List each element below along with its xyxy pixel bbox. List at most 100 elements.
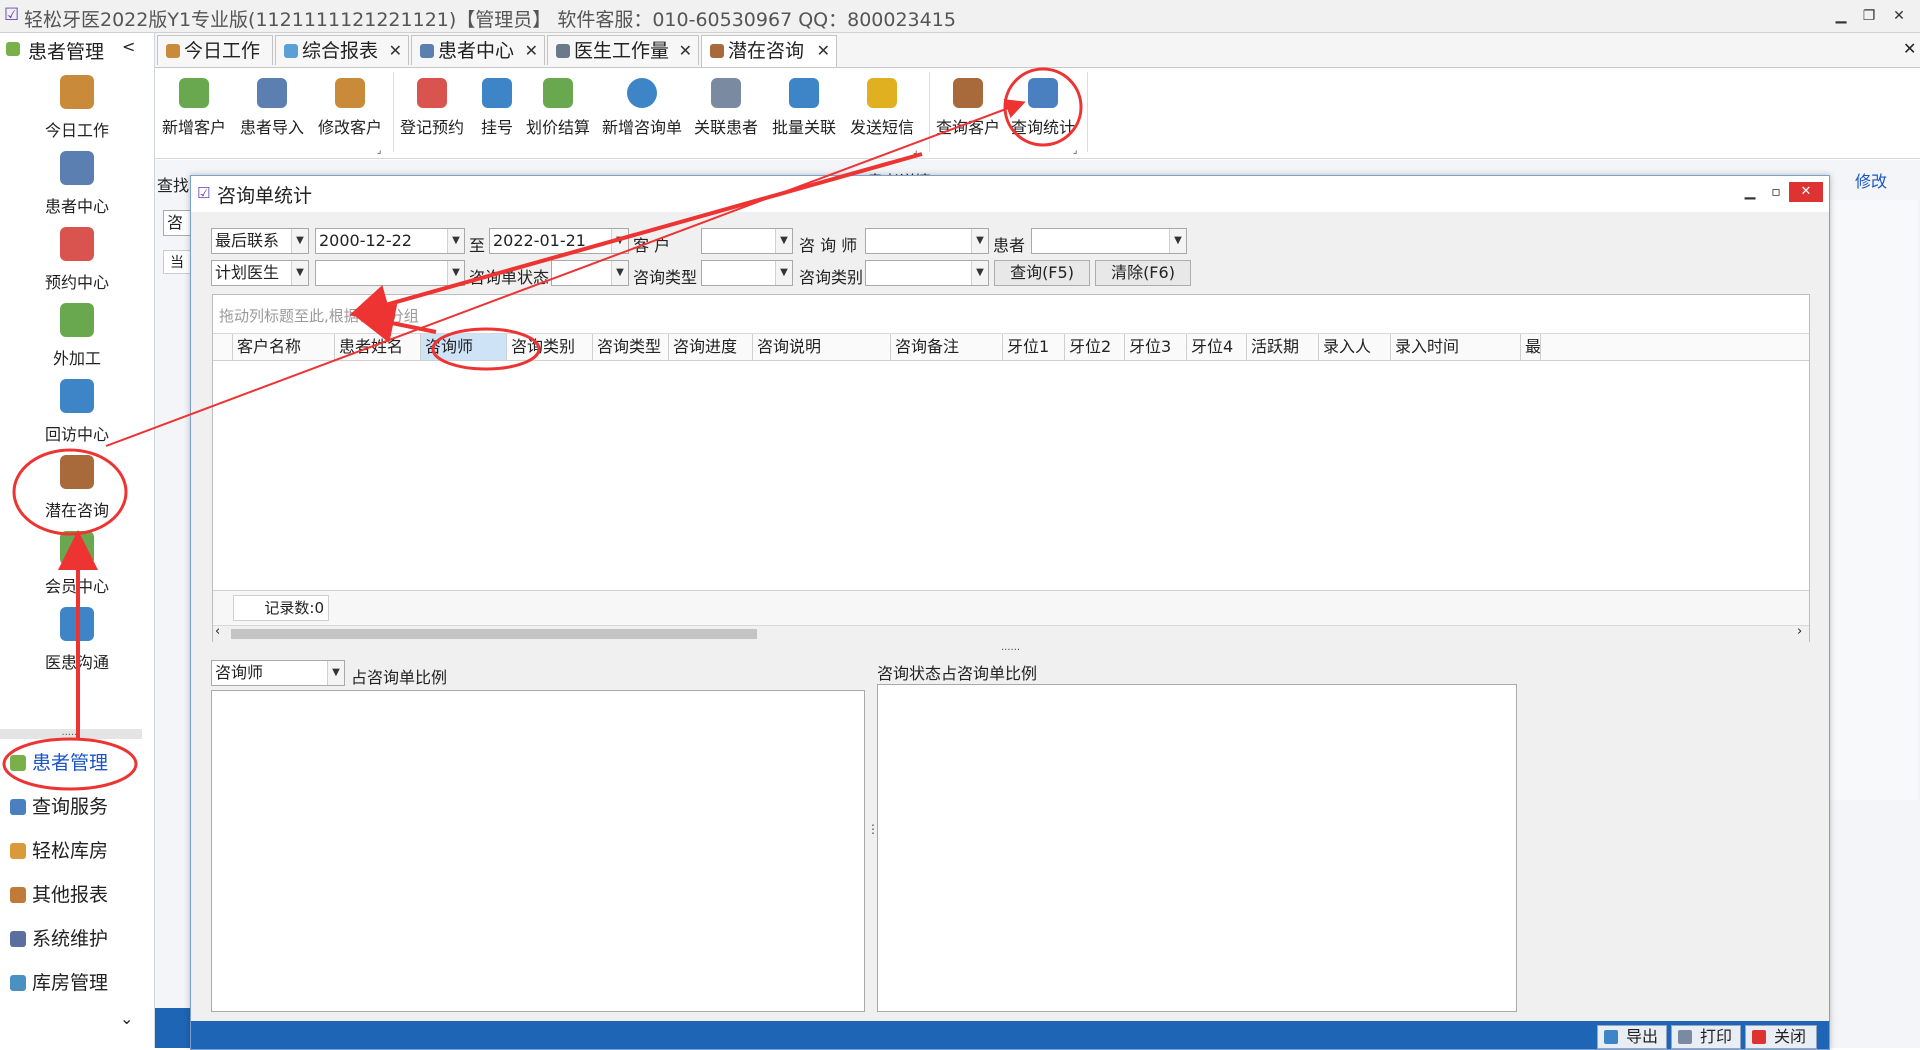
query-customer-button[interactable]: 查询客户 [935,74,1001,148]
query-button[interactable]: 查询(F5) [994,260,1090,286]
bg-search-input[interactable]: 咨 [163,210,193,236]
dialog-close-button[interactable]: ✕ [1789,182,1823,202]
consultation-category-select[interactable]: ▼ [865,260,989,286]
edit-link[interactable]: 修改 [1855,168,1887,192]
more-nav-button[interactable]: ⌄ [120,1009,133,1028]
new-customer-button[interactable]: 新增客户 [161,74,227,148]
plan-doctor-select-type[interactable]: 计划医生 ▼ [211,260,309,286]
chevron-down-icon: ▼ [775,229,792,253]
ribbon-label: 关联患者 [693,118,758,137]
registration-button[interactable]: 挂号 [477,74,517,148]
dialog-minimize-button[interactable]: ▁ [1737,180,1763,204]
column-header[interactable]: 客户名称 [233,334,335,360]
column-header[interactable]: 活跃期 [1247,334,1319,360]
bottom-nav-patient-management[interactable]: 患者管理 [0,743,154,783]
print-button[interactable]: 打印 [1671,1025,1741,1049]
button-label: 导出 [1626,1027,1659,1046]
nav-splitter[interactable]: ...... [0,728,142,739]
consultation-type-select[interactable]: ▼ [701,260,793,286]
export-icon [1604,1030,1618,1044]
customer-select[interactable]: ▼ [701,228,793,254]
clear-button[interactable]: 清除(F6) [1095,260,1191,286]
restore-button[interactable]: ❐ [1856,4,1882,28]
column-header[interactable]: 咨询说明 [753,334,891,360]
column-header[interactable]: 牙位3 [1125,334,1187,360]
column-header[interactable]: 咨询进度 [669,334,753,360]
scroll-left-icon[interactable]: ‹ [215,624,220,639]
bottom-nav-easy-warehouse[interactable]: 轻松库房 [0,831,154,871]
link-patient-button[interactable]: 关联患者 [693,74,759,148]
horizontal-scrollbar[interactable]: ‹ › [213,624,1809,642]
nav-item-today-work[interactable]: 今日工作 [0,69,154,143]
dialog-maximize-button[interactable]: ▫ [1763,180,1789,204]
status-select[interactable]: ▼ [551,260,629,286]
scroll-thumb[interactable] [231,629,757,639]
close-window-button[interactable]: ✕ [1886,4,1912,28]
tab-potential-consultation[interactable]: 潜在咨询 ✕ [701,35,837,67]
customer-label: 客 户 [633,236,671,255]
register-appointment-button[interactable]: 登记预约 [399,74,465,148]
bottom-nav-other-reports[interactable]: 其他报表 [0,875,154,915]
consultant-select[interactable]: ▼ [865,228,989,254]
close-all-tabs-button[interactable]: ✕ [1903,39,1916,58]
column-header[interactable]: 患者姓名 [335,334,421,360]
nav-item-doctor-patient-communication[interactable]: 医患沟通 [0,601,154,675]
collapse-nav-button[interactable]: < [122,37,135,56]
pricing-settlement-button[interactable]: 划价结算 [525,74,591,148]
group-launcher-icon[interactable]: ⌟ [1073,146,1077,156]
column-header[interactable]: 牙位2 [1065,334,1125,360]
export-button[interactable]: 导出 [1597,1025,1667,1049]
grid-body[interactable] [213,361,1809,589]
column-header[interactable]: 咨询备注 [891,334,1003,360]
nav-item-outsourcing[interactable]: 外加工 [0,297,154,371]
nav-item-patient-center[interactable]: 患者中心 [0,145,154,219]
tab-doctor-workload[interactable]: 医生工作量 ✕ [547,35,699,65]
close-tab-icon[interactable]: ✕ [679,36,692,66]
group-by-panel[interactable]: 拖动列标题至此,根据该列分组 [213,295,1809,334]
tab-comprehensive-report[interactable]: 综合报表 ✕ [275,35,409,65]
patient-select[interactable]: ▼ [1031,228,1187,254]
nav-item-follow-up-center[interactable]: 回访中心 [0,373,154,447]
column-header[interactable]: 录入人 [1319,334,1391,360]
nav-item-potential-consultation[interactable]: 潜在咨询 [0,449,154,523]
edit-customer-button[interactable]: 修改客户 [317,74,383,148]
column-header[interactable]: 最 [1521,334,1541,360]
chart-dimension-select[interactable]: 咨询师 ▼ [211,660,345,686]
bottom-nav-warehouse-management[interactable]: 库房管理 [0,963,154,1003]
ribbon-label: 查询统计 [1010,118,1075,137]
minimize-button[interactable]: ▁ [1828,4,1854,28]
bottom-nav-system-maintenance[interactable]: 系统维护 [0,919,154,959]
group-launcher-icon[interactable]: ⌟ [913,146,917,156]
close-tab-icon[interactable]: ✕ [817,36,830,66]
nav-item-appointment-center[interactable]: 预约中心 [0,221,154,295]
date-to-picker[interactable]: 2022-01-21 ▼ [489,228,629,254]
import-patients-button[interactable]: 患者导入 [239,74,305,148]
column-header-consultant[interactable]: 咨询师 [421,334,507,360]
scroll-right-icon[interactable]: › [1797,624,1802,639]
plan-doctor-select[interactable]: ▼ [315,260,465,286]
group-launcher-icon[interactable]: ⌟ [377,146,381,156]
bottom-nav-query-service[interactable]: 查询服务 [0,787,154,827]
new-consultation-button[interactable]: 新增咨询单 [601,74,683,148]
nav-item-member-center[interactable]: 会员中心 [0,525,154,599]
tab-today-work[interactable]: 今日工作 [157,35,273,65]
panel-splitter[interactable]: ...... [1001,642,1020,653]
ribbon-label: 登记预约 [399,118,464,137]
query-statistics-button[interactable]: 查询统计 [1010,74,1076,148]
consultant-icon [710,44,724,58]
column-header[interactable]: 牙位1 [1003,334,1065,360]
tab-patient-center[interactable]: 患者中心 ✕ [411,35,545,65]
send-sms-button[interactable]: 发送短信 [849,74,915,148]
date-from-picker[interactable]: 2000-12-22 ▼ [315,228,465,254]
ribbon-label: 患者导入 [239,118,304,137]
column-header[interactable]: 咨询类型 [593,334,669,360]
close-tab-icon[interactable]: ✕ [389,36,402,66]
column-header[interactable]: 牙位4 [1187,334,1247,360]
column-header[interactable]: 录入时间 [1391,334,1521,360]
last-contact-select[interactable]: 最后联系 ▼ [211,228,309,254]
plus-circle-icon [627,78,657,108]
batch-link-button[interactable]: 批量关联 [771,74,837,148]
close-button[interactable]: 关闭 [1745,1025,1817,1049]
column-header[interactable]: 咨询类别 [507,334,593,360]
close-tab-icon[interactable]: ✕ [525,36,538,66]
